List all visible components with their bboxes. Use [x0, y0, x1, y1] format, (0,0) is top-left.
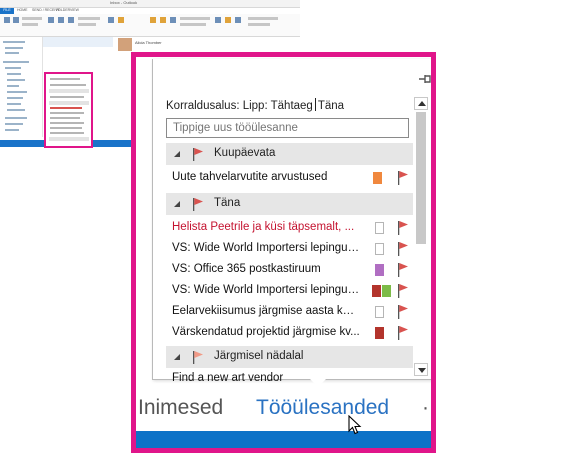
category-color: [372, 285, 381, 297]
task-row[interactable]: VS: Wide World Importersi lepingud...: [172, 240, 412, 260]
status-bar: [136, 431, 431, 448]
thumbnail-task-peek-highlight: [44, 72, 93, 148]
thumbnail-folder-pane: [0, 37, 43, 137]
collapse-arrow-icon[interactable]: [174, 354, 180, 360]
collapse-arrow-icon[interactable]: [174, 151, 180, 157]
flag-icon[interactable]: [397, 220, 409, 235]
task-subject: Uute tahvelarvutite arvustused: [172, 171, 328, 183]
task-subject: Helista Peetrile ja küsi täpsemalt, ...: [172, 221, 355, 233]
flag-icon[interactable]: [397, 283, 409, 298]
pin-peek-icon[interactable]: [418, 73, 431, 85]
category-color: [382, 285, 391, 297]
thumbnail-tab-folder: FOLDER: [56, 8, 71, 12]
nav-tasks[interactable]: Tööülesanded: [256, 396, 389, 420]
group-header-today[interactable]: Täna: [166, 193, 413, 215]
group-label: Täna: [214, 197, 241, 209]
flag-icon: [193, 148, 203, 161]
flag-icon[interactable]: [397, 325, 409, 340]
task-row-partial[interactable]: Find a new art vendor: [172, 372, 283, 384]
flag-icon: [193, 351, 203, 364]
thumbnail-preview-name: Alicia Thomber: [135, 40, 162, 45]
flag-icon[interactable]: [397, 304, 409, 319]
task-row[interactable]: Värskendatud projektid järgmise kv...: [172, 324, 412, 344]
task-peek-callout: Korraldusalus: Lipp: Tähtaeg Täna Kuupäev…: [131, 52, 436, 453]
flag-icon[interactable]: [397, 170, 409, 185]
scroll-down-button[interactable]: [414, 363, 428, 376]
task-peek-panel: Korraldusalus: Lipp: Tähtaeg Täna Kuupäev…: [152, 59, 431, 384]
category-color: [375, 264, 384, 276]
flag-icon[interactable]: [397, 241, 409, 256]
group-label: Järgmisel nädalal: [214, 350, 304, 362]
thumbnail-tab-home: HOME: [17, 8, 28, 12]
nav-more-button[interactable]: ··: [422, 396, 431, 420]
category-color: [375, 306, 384, 318]
navigation-bar: Inimesed Tööülesanded ··: [136, 387, 431, 433]
task-row[interactable]: VS: Wide World Importersi lepingud...: [172, 282, 412, 302]
thumbnail-message-list: [43, 37, 113, 47]
task-row[interactable]: Helista Peetrile ja küsi täpsemalt, ...: [172, 219, 412, 239]
thumbnail-titlebar: Inbox - Outlook: [0, 0, 300, 8]
scroll-up-button[interactable]: [414, 97, 428, 110]
sort-arrangement[interactable]: Korraldusalus: Lipp: Tähtaeg Täna: [166, 98, 344, 112]
nav-people[interactable]: Inimesed: [138, 396, 223, 420]
category-color: [373, 172, 382, 184]
collapse-arrow-icon[interactable]: [174, 201, 180, 207]
flag-icon[interactable]: [397, 262, 409, 277]
task-row[interactable]: Uute tahvelarvutite arvustused: [172, 169, 412, 189]
task-subject: Eelarvekiisumus järgmise aasta kohta: [172, 305, 360, 317]
group-header-no-date[interactable]: Kuupäevata: [166, 143, 413, 165]
new-task-input[interactable]: [166, 118, 409, 138]
task-subject: Värskendatud projektid järgmise kv...: [172, 326, 360, 338]
sort-by-label: Korraldusalus: Lipp: Tähtaeg: [166, 100, 313, 112]
task-subject: VS: Wide World Importersi lepingud...: [172, 284, 360, 296]
thumbnail-avatar: [118, 38, 132, 51]
task-row[interactable]: VS: Office 365 postkastiruum: [172, 261, 412, 281]
sort-value: Täna: [317, 100, 345, 112]
task-row[interactable]: Eelarvekiisumus järgmise aasta kohta: [172, 303, 412, 323]
thumbnail-tab-view: VIEW: [70, 8, 79, 12]
flag-icon: [193, 198, 203, 211]
thumbnail-ribbon: [0, 14, 300, 37]
category-color: [375, 327, 384, 339]
task-subject: VS: Wide World Importersi lepingud...: [172, 242, 360, 254]
task-subject: VS: Office 365 postkastiruum: [172, 263, 321, 275]
category-color: [375, 222, 384, 234]
mouse-cursor-icon: [348, 415, 362, 435]
sort-separator: [314, 98, 316, 111]
category-color: [375, 243, 384, 255]
peek-pointer: [309, 378, 327, 387]
group-header-next-week[interactable]: Järgmisel nädalal: [166, 346, 413, 368]
thumbnail-title: Inbox - Outlook: [110, 0, 138, 5]
group-label: Kuupäevata: [214, 147, 276, 159]
scrollbar-thumb[interactable]: [416, 112, 426, 244]
